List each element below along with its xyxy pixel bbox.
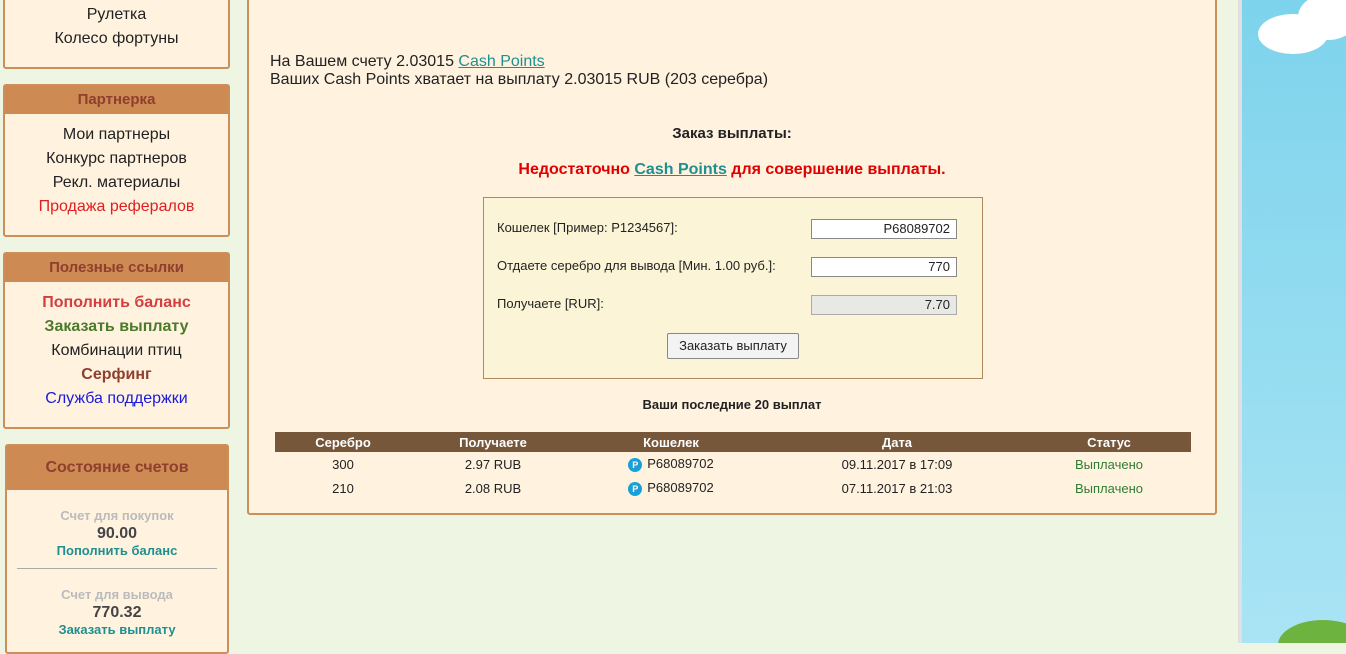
order-title: Заказ выплаты: [672, 125, 792, 142]
withdraw-account-label: Счет для вывода [61, 587, 173, 602]
enough-line: Ваших Cash Points хватает на выплату 2.0… [270, 71, 769, 88]
silver-amount-input[interactable]: 770 [811, 257, 957, 277]
cell-receive: 2.97 RUB [464, 456, 522, 472]
partners-menu-title: Партнерка [5, 86, 228, 114]
cell-receive: 2.08 RUB [464, 480, 522, 496]
table-row: 210 2.08 RUB P P68089702 07.11.2017 в 21:… [275, 476, 1191, 500]
receive-amount-field: 7.70 [811, 295, 957, 315]
cell-status: Выплачено [1075, 480, 1143, 496]
error-message: Недостаточно Cash Points для совершение … [249, 161, 1215, 179]
cell-status: Выплачено [1075, 456, 1143, 472]
main-panel: На Вашем счету 2.03015 Cash Points Ваших… [247, 0, 1217, 515]
payeer-icon: P [628, 481, 643, 496]
menu-item-wheel-of-fortune[interactable]: Колесо фортуны [5, 27, 228, 51]
payout-form: Кошелек [Пример: P1234567]: P68089702 От… [483, 197, 983, 379]
silver-amount-label: Отдаете серебро для вывода [Мин. 1.00 ру… [497, 258, 776, 273]
column-header-date: Дата [767, 432, 1027, 452]
receive-label: Получаете [RUR]: [497, 296, 604, 311]
column-header-receive: Получаете [411, 432, 575, 452]
buy-account-label: Счет для покупок [60, 508, 174, 523]
cell-wallet: P P68089702 [575, 476, 767, 500]
payeer-icon: P [628, 457, 643, 472]
menu-item-my-partners[interactable]: Мои партнеры [5, 123, 228, 147]
useful-links-menu: Полезные ссылки Пополнить баланс Заказат… [3, 252, 230, 429]
menu-item-partner-contest[interactable]: Конкурс партнеров [5, 147, 228, 171]
top-up-link[interactable]: Пополнить баланс [7, 543, 227, 558]
scroll-edge [1238, 0, 1242, 643]
account-status-title: Состояние счетов [7, 446, 227, 490]
column-header-silver: Серебро [275, 432, 411, 452]
payout-history-table: Серебро Получаете Кошелек Дата Статус 30… [275, 432, 1191, 500]
buy-account-value: 90.00 [96, 525, 138, 542]
table-row: 300 2.97 RUB P P68089702 09.11.2017 в 17:… [275, 452, 1191, 476]
wallet-number: P68089702 [647, 456, 714, 472]
wallet-input[interactable]: P68089702 [811, 219, 957, 239]
balance-text: На Вашем счету 2.03015 [270, 53, 459, 70]
decorative-sky [1238, 0, 1346, 643]
divider [17, 568, 217, 569]
error-prefix: Недостаточно [518, 161, 635, 178]
cell-date: 07.11.2017 в 21:03 [841, 480, 953, 496]
column-header-status: Статус [1027, 432, 1191, 452]
menu-item-support[interactable]: Служба поддержки [5, 387, 228, 411]
games-menu: Рулетка Колесо фортуны [3, 0, 230, 69]
grass [1278, 620, 1346, 643]
balance-line: На Вашем счету 2.03015 Cash Points [270, 53, 768, 71]
cell-date: 09.11.2017 в 17:09 [841, 456, 953, 472]
wallet-label: Кошелек [Пример: P1234567]: [497, 220, 678, 235]
cell-silver: 300 [332, 456, 354, 472]
menu-item-bird-combinations[interactable]: Комбинации птиц [5, 339, 228, 363]
error-suffix: для совершение выплаты. [726, 161, 946, 178]
useful-links-title: Полезные ссылки [5, 254, 228, 282]
menu-item-roulette[interactable]: Рулетка [5, 3, 228, 27]
cash-points-link[interactable]: Cash Points [458, 53, 544, 70]
wallet-number: P68089702 [647, 480, 714, 496]
menu-item-ad-materials[interactable]: Рекл. материалы [5, 171, 228, 195]
order-payout-link[interactable]: Заказать выплату [7, 622, 227, 637]
column-header-wallet: Кошелек [575, 432, 767, 452]
balance-info: На Вашем счету 2.03015 Cash Points Ваших… [270, 53, 768, 89]
history-title: Ваши последние 20 выплат [642, 397, 822, 412]
menu-item-order-payout[interactable]: Заказать выплату [5, 315, 228, 339]
menu-item-sell-referrals[interactable]: Продажа рефералов [5, 195, 228, 219]
order-payout-button[interactable]: Заказать выплату [667, 333, 799, 359]
cell-wallet: P P68089702 [575, 452, 767, 476]
cell-silver: 210 [332, 480, 354, 496]
menu-item-top-up[interactable]: Пополнить баланс [5, 291, 228, 315]
withdraw-account-value: 770.32 [92, 604, 142, 621]
menu-item-surfing[interactable]: Серфинг [5, 363, 228, 387]
partners-menu: Партнерка Мои партнеры Конкурс партнеров… [3, 84, 230, 237]
account-status-panel: Состояние счетов Счет для покупок 90.00 … [5, 444, 229, 654]
table-header-row: Серебро Получаете Кошелек Дата Статус [275, 432, 1191, 452]
error-cash-points-link[interactable]: Cash Points [634, 161, 726, 178]
